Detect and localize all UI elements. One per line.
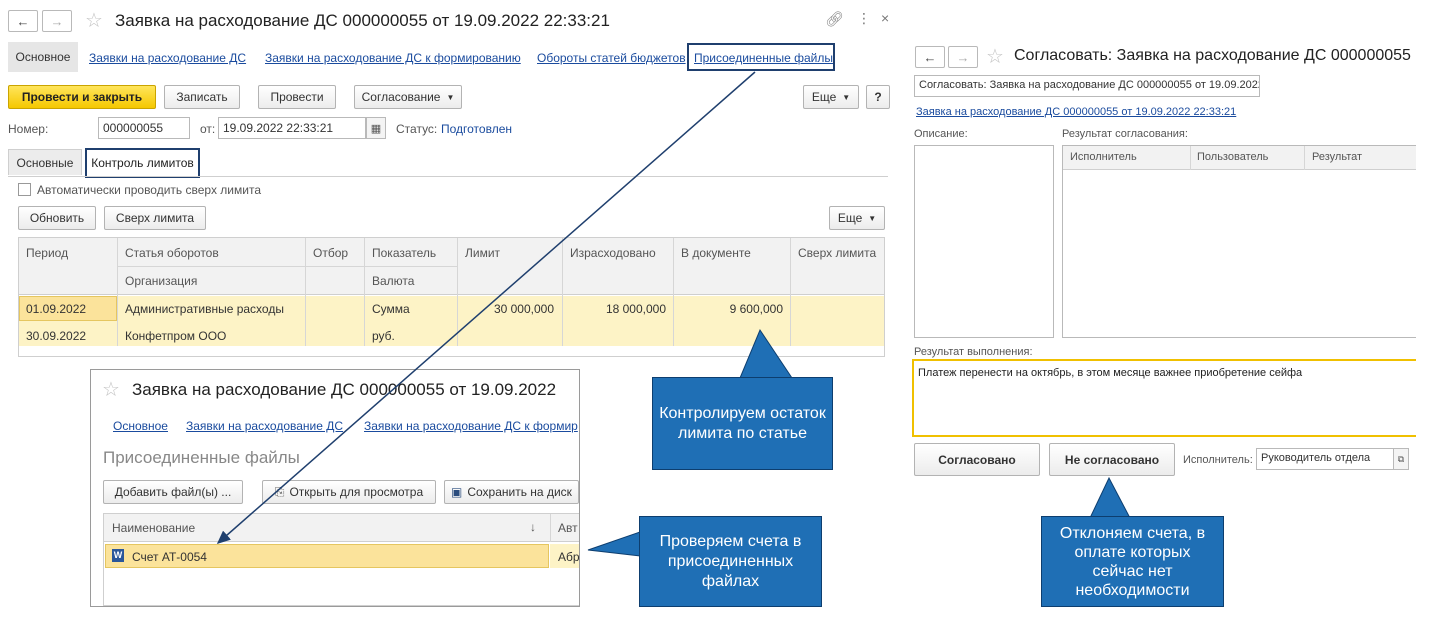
callout-pointer-reject [1089,476,1131,519]
callout-pointer-files [587,531,641,557]
callout-limit-text: Контролируем остаток лимита по статье [659,404,826,442]
callout-reject-text: Отклоняем счета, в оплате которых сейчас… [1059,524,1206,599]
callout-reject: Отклоняем счета, в оплате которых сейчас… [1041,516,1224,607]
callout-pointer-limit [739,328,793,379]
arrow-to-file-row [216,71,756,544]
callout-limit: Контролируем остаток лимита по статье [652,377,833,470]
callout-files-text: Проверяем счета в присоединенных файлах [659,532,802,590]
callout-files: Проверяем счета в присоединенных файлах [639,516,822,607]
